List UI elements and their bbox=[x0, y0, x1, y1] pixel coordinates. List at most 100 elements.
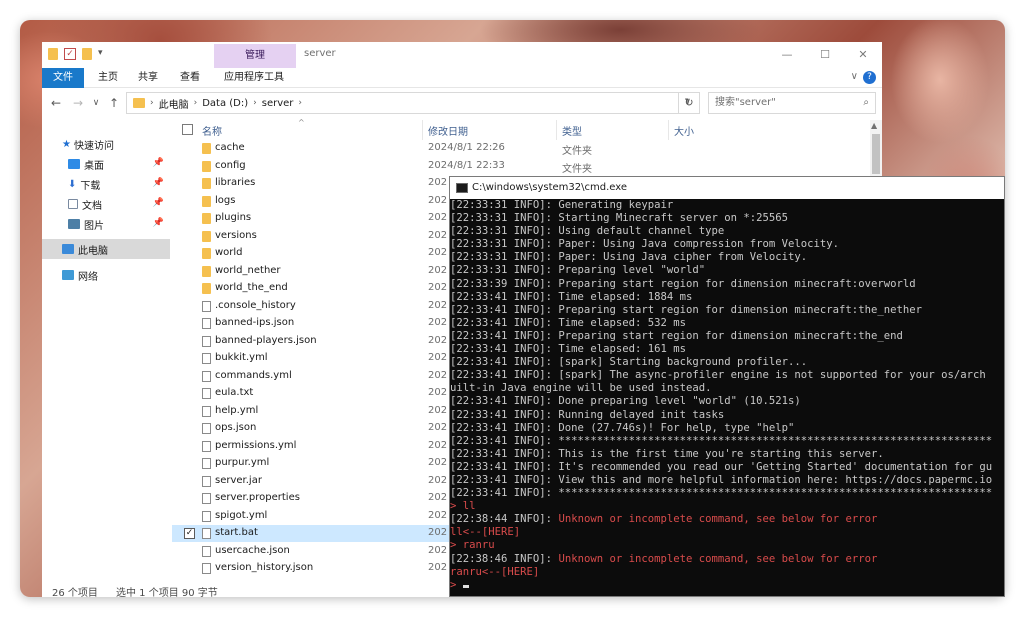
console-line: [22:33:41 INFO]: Done (27.746s)! For hel… bbox=[450, 421, 795, 434]
file-name: help.yml bbox=[215, 404, 259, 416]
title-bar: ✓ ▾ 管理 server — ☐ ✕ bbox=[42, 42, 882, 68]
file-icon bbox=[202, 405, 211, 417]
scrollbar-thumb[interactable] bbox=[872, 134, 880, 174]
pin-icon[interactable]: 📌 bbox=[153, 198, 164, 208]
search-icon[interactable]: ⌕ bbox=[863, 93, 869, 113]
pin-icon[interactable]: 📌 bbox=[153, 218, 164, 228]
file-date: 202 bbox=[428, 404, 448, 416]
properties-icon[interactable]: ✓ bbox=[64, 48, 76, 60]
column-date[interactable]: 修改日期 bbox=[428, 123, 468, 138]
file-date: 202 bbox=[428, 177, 448, 188]
file-icon bbox=[202, 510, 211, 522]
file-icon bbox=[202, 475, 211, 487]
folder-icon bbox=[133, 98, 145, 108]
nav-downloads[interactable]: ⬇ 下载 📌 bbox=[42, 174, 170, 194]
address-bar[interactable]: › 此电脑 › Data (D:) › server › ∨ bbox=[126, 92, 700, 114]
column-size[interactable]: 大小 bbox=[674, 123, 694, 138]
new-folder-icon[interactable] bbox=[82, 48, 92, 60]
expand-ribbon-icon[interactable]: ∨ bbox=[851, 71, 858, 82]
tab-view[interactable]: 查看 bbox=[180, 68, 200, 88]
pin-icon[interactable]: 📌 bbox=[153, 158, 164, 168]
file-date: 202 bbox=[428, 544, 448, 556]
cmd-window[interactable]: C:\windows\system32\cmd.exe [22:33:31 IN… bbox=[449, 176, 1005, 597]
cmd-title: C:\windows\system32\cmd.exe bbox=[472, 182, 627, 193]
customize-toolbar-icon[interactable]: ▾ bbox=[98, 48, 103, 60]
search-input[interactable]: 搜索"server" ⌕ bbox=[708, 92, 876, 114]
folder-icon bbox=[202, 248, 211, 259]
console-line: [22:33:31 INFO]: Generating keypair bbox=[450, 199, 674, 211]
cmd-title-bar[interactable]: C:\windows\system32\cmd.exe bbox=[450, 177, 1004, 199]
file-name: world_the_end bbox=[215, 282, 288, 293]
console-output[interactable]: [22:33:31 INFO]: Generating keypair [22:3… bbox=[450, 199, 1004, 596]
file-icon bbox=[202, 300, 211, 312]
nav-pictures[interactable]: 图片 📌 bbox=[42, 214, 170, 234]
file-name: bukkit.yml bbox=[215, 352, 268, 363]
file-date: 202 bbox=[428, 317, 448, 328]
folder-icon bbox=[202, 160, 211, 172]
folder-icon[interactable] bbox=[48, 48, 58, 60]
file-date: 202 bbox=[428, 212, 448, 223]
folder-icon bbox=[202, 213, 211, 224]
close-button[interactable]: ✕ bbox=[850, 46, 876, 64]
window-title: server bbox=[304, 48, 336, 59]
back-arrow-icon[interactable]: ← bbox=[48, 95, 64, 111]
file-date: 2024/8/1 22:26 bbox=[428, 142, 505, 153]
pin-icon[interactable]: 📌 bbox=[153, 178, 164, 188]
console-line-prefix: [22:38:44 INFO]: bbox=[450, 513, 559, 526]
file-date: 2024/8/1 22:33 bbox=[428, 159, 505, 171]
refresh-button[interactable]: ↻ bbox=[678, 92, 700, 114]
console-line: [22:33:41 INFO]: Time elapsed: 532 ms bbox=[450, 316, 686, 329]
row-checkbox[interactable]: ✓ bbox=[184, 528, 195, 539]
tab-share[interactable]: 共享 bbox=[138, 68, 158, 88]
column-type[interactable]: 类型 bbox=[562, 123, 582, 138]
file-row[interactable]: cache 2024/8/1 22:26 文件夹 bbox=[172, 140, 870, 157]
scroll-up-icon[interactable]: ▲ bbox=[871, 121, 877, 130]
file-date: 202 bbox=[428, 282, 448, 293]
chevron-right-icon[interactable]: › bbox=[253, 98, 257, 108]
file-name: ops.json bbox=[215, 422, 257, 433]
nav-quick-access[interactable]: ★ 快速访问 bbox=[42, 134, 170, 154]
recent-locations-icon[interactable]: ∨ bbox=[88, 95, 104, 111]
search-placeholder: 搜索"server" bbox=[715, 97, 776, 108]
file-date: 202 bbox=[428, 352, 448, 363]
select-all-checkbox[interactable] bbox=[182, 124, 193, 135]
column-name[interactable]: 名称 bbox=[202, 123, 222, 138]
console-line: [22:33:41 INFO]: [spark] Starting backgr… bbox=[450, 356, 808, 369]
minimize-button[interactable]: — bbox=[774, 46, 800, 64]
address-row: ← → ∨ ↑ › 此电脑 › Data (D:) › server › ∨ ↻… bbox=[42, 89, 882, 117]
file-name: server.properties bbox=[215, 492, 300, 503]
breadcrumb-drive[interactable]: Data (D:) bbox=[202, 98, 248, 109]
console-line: [22:33:41 INFO]: It's recommended you re… bbox=[450, 460, 993, 473]
file-row[interactable]: config 2024/8/1 22:33 文件夹 bbox=[172, 158, 870, 175]
column-divider[interactable] bbox=[422, 120, 423, 140]
file-date: 202 bbox=[428, 562, 448, 573]
nav-desktop[interactable]: 桌面 📌 bbox=[42, 154, 170, 174]
breadcrumb-server[interactable]: server bbox=[262, 98, 294, 109]
chevron-right-icon[interactable]: › bbox=[298, 98, 302, 108]
breadcrumb-this-pc[interactable]: 此电脑 bbox=[159, 96, 189, 111]
nav-label: 文档 bbox=[82, 200, 102, 212]
manage-context-tab[interactable]: 管理 bbox=[214, 44, 296, 68]
console-line: [22:33:41 INFO]: Running delayed init ta… bbox=[450, 408, 725, 421]
chevron-right-icon[interactable]: › bbox=[150, 98, 154, 108]
nav-label: 此电脑 bbox=[78, 245, 108, 257]
help-icon[interactable]: ? bbox=[863, 71, 876, 84]
desktop-icon bbox=[68, 159, 80, 169]
tab-application-tools[interactable]: 应用程序工具 bbox=[224, 68, 284, 88]
column-divider[interactable] bbox=[556, 120, 557, 140]
console-line: [22:33:41 INFO]: Preparing start region … bbox=[450, 329, 903, 342]
tab-file[interactable]: 文件 bbox=[42, 68, 84, 88]
console-line: [22:33:39 INFO]: Preparing start region … bbox=[450, 277, 916, 290]
console-line: [22:33:41 INFO]: View this and more help… bbox=[450, 473, 993, 486]
up-arrow-icon[interactable]: ↑ bbox=[106, 95, 122, 111]
computer-icon bbox=[62, 244, 74, 254]
forward-arrow-icon[interactable]: → bbox=[70, 95, 86, 111]
tab-home[interactable]: 主页 bbox=[98, 68, 118, 88]
file-name: cache bbox=[215, 142, 245, 153]
maximize-button[interactable]: ☐ bbox=[812, 46, 838, 64]
chevron-right-icon[interactable]: › bbox=[194, 98, 198, 108]
column-divider[interactable] bbox=[668, 120, 669, 140]
nav-this-pc[interactable]: 此电脑 bbox=[42, 239, 170, 259]
nav-documents[interactable]: 文档 📌 bbox=[42, 194, 170, 214]
nav-network[interactable]: 网络 bbox=[42, 265, 170, 285]
